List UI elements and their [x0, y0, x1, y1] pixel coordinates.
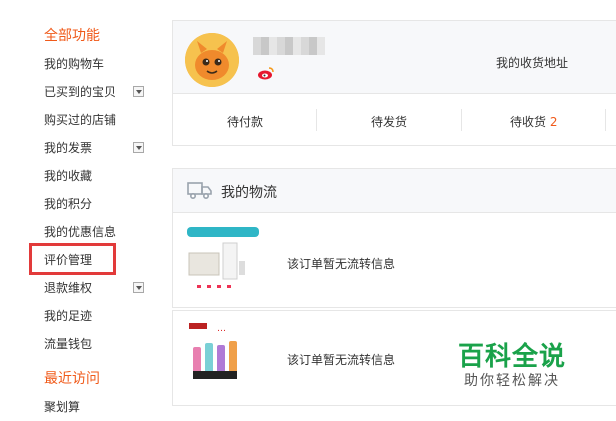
shipping-address-link[interactable]: 我的收货地址 [496, 54, 568, 71]
svg-text:…: … [217, 324, 226, 334]
tab-label: 待付款 [227, 115, 264, 129]
tab-divider [316, 109, 317, 131]
logistics-title: 我的物流 [221, 185, 277, 201]
tab-pending-receipt[interactable]: 待收货 2 [510, 113, 557, 130]
tab-label: 待收货 [510, 115, 547, 129]
section-title-all-functions: 全部功能 [44, 28, 100, 44]
sidebar-item-juhuasuan[interactable]: 聚划算 [44, 399, 80, 415]
section-title-recent: 最近访问 [44, 371, 100, 387]
tab-count-badge: 2 [549, 115, 558, 129]
sidebar-item-invoice[interactable]: 我的发票 [44, 140, 92, 156]
sidebar-item-shops[interactable]: 购买过的店铺 [44, 112, 116, 128]
tab-divider [461, 109, 462, 131]
sidebar-item-footprints[interactable]: 我的足迹 [44, 308, 92, 324]
chevron-down-icon[interactable] [133, 142, 144, 153]
sidebar-item-favorites[interactable]: 我的收藏 [44, 168, 92, 184]
sidebar-item-data-wallet[interactable]: 流量钱包 [44, 336, 92, 352]
logistics-status: 该订单暂无流转信息 [287, 353, 396, 367]
weibo-icon[interactable] [257, 65, 275, 80]
product-thumbnail[interactable] [187, 225, 259, 297]
tab-label: 待发货 [371, 115, 408, 129]
sidebar-item-coupons[interactable]: 我的优惠信息 [44, 224, 116, 240]
watermark-logo: 百科全说 助你轻松解决 [452, 334, 616, 394]
product-thumbnail[interactable]: … [187, 321, 259, 393]
avatar[interactable] [185, 33, 239, 87]
logistics-status: 该订单暂无流转信息 [287, 257, 396, 271]
tab-divider [605, 109, 606, 131]
list-item[interactable]: 该订单暂无流转信息 [172, 212, 616, 308]
profile-header: 我的收货地址 [173, 21, 616, 94]
truck-icon [187, 180, 213, 200]
chevron-down-icon[interactable] [133, 86, 144, 97]
tab-pending-shipment[interactable]: 待发货 [371, 113, 407, 130]
logistics-header: 我的物流 [172, 168, 616, 212]
sidebar-item-points[interactable]: 我的积分 [44, 196, 92, 212]
sidebar-item-reviews[interactable]: 评价管理 [44, 252, 92, 268]
sidebar-item-cart[interactable]: 我的购物车 [44, 56, 104, 72]
sidebar: 全部功能 我的购物车 已买到的宝贝 购买过的店铺 我的发票 我的收藏 我的积分 … [0, 0, 170, 421]
watermark-title: 百科全说 [458, 342, 567, 372]
watermark-subtitle: 助你轻松解决 [464, 373, 560, 389]
sidebar-item-purchased[interactable]: 已买到的宝贝 [44, 84, 116, 100]
chevron-down-icon[interactable] [133, 282, 144, 293]
profile-panel: 我的收货地址 待付款 待发货 待收货 2 [172, 20, 616, 146]
sidebar-item-refunds[interactable]: 退款维权 [44, 280, 92, 296]
username-blurred [253, 37, 325, 55]
tab-pending-payment[interactable]: 待付款 [227, 113, 263, 130]
